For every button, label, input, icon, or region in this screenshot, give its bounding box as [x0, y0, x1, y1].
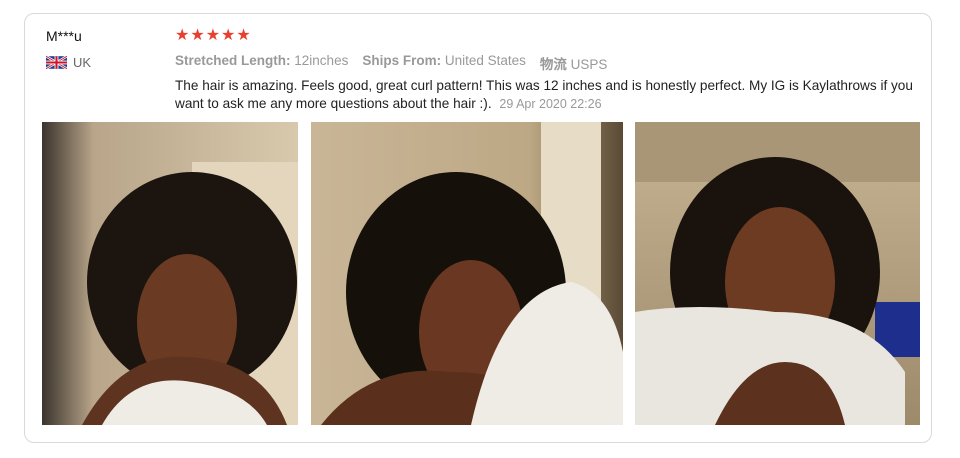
- country-label: UK: [73, 55, 92, 70]
- review-date: 29 Apr 2020 22:26: [499, 97, 602, 111]
- star-icon: ★: [236, 27, 251, 44]
- attribute-key: Stretched Length:: [175, 53, 291, 68]
- reviewer-name: M***u: [46, 28, 82, 44]
- attribute-value: United States: [444, 53, 526, 68]
- star-icon: ★: [205, 27, 221, 44]
- review-photo[interactable]: [635, 122, 920, 425]
- review-photo[interactable]: [42, 122, 298, 425]
- reviewer-country: UK: [46, 55, 91, 70]
- star-rating: ★ ★ ★ ★ ★: [175, 27, 251, 45]
- attribute-logistics: 物流 USPS: [540, 53, 608, 73]
- review-photo-image: [311, 122, 623, 425]
- star-icon: ★: [190, 27, 205, 44]
- attribute-ships-from: Ships From: United States: [362, 53, 526, 73]
- review-body: The hair is amazing. Feels good, great c…: [175, 77, 920, 113]
- review-photo-image: [635, 122, 920, 425]
- attribute-length: Stretched Length: 12inches: [175, 53, 348, 73]
- star-icon: ★: [221, 27, 236, 44]
- attribute-value: USPS: [570, 57, 608, 72]
- attribute-value: 12inches: [294, 53, 349, 68]
- review-attributes: Stretched Length: 12inches Ships From: U…: [175, 53, 607, 73]
- review-photo-image: [42, 122, 298, 425]
- attribute-key: 物流: [539, 57, 567, 72]
- attribute-key: Ships From:: [362, 53, 442, 68]
- uk-flag-icon: [46, 56, 67, 69]
- star-icon: ★: [175, 27, 190, 44]
- review-photo[interactable]: [311, 122, 623, 425]
